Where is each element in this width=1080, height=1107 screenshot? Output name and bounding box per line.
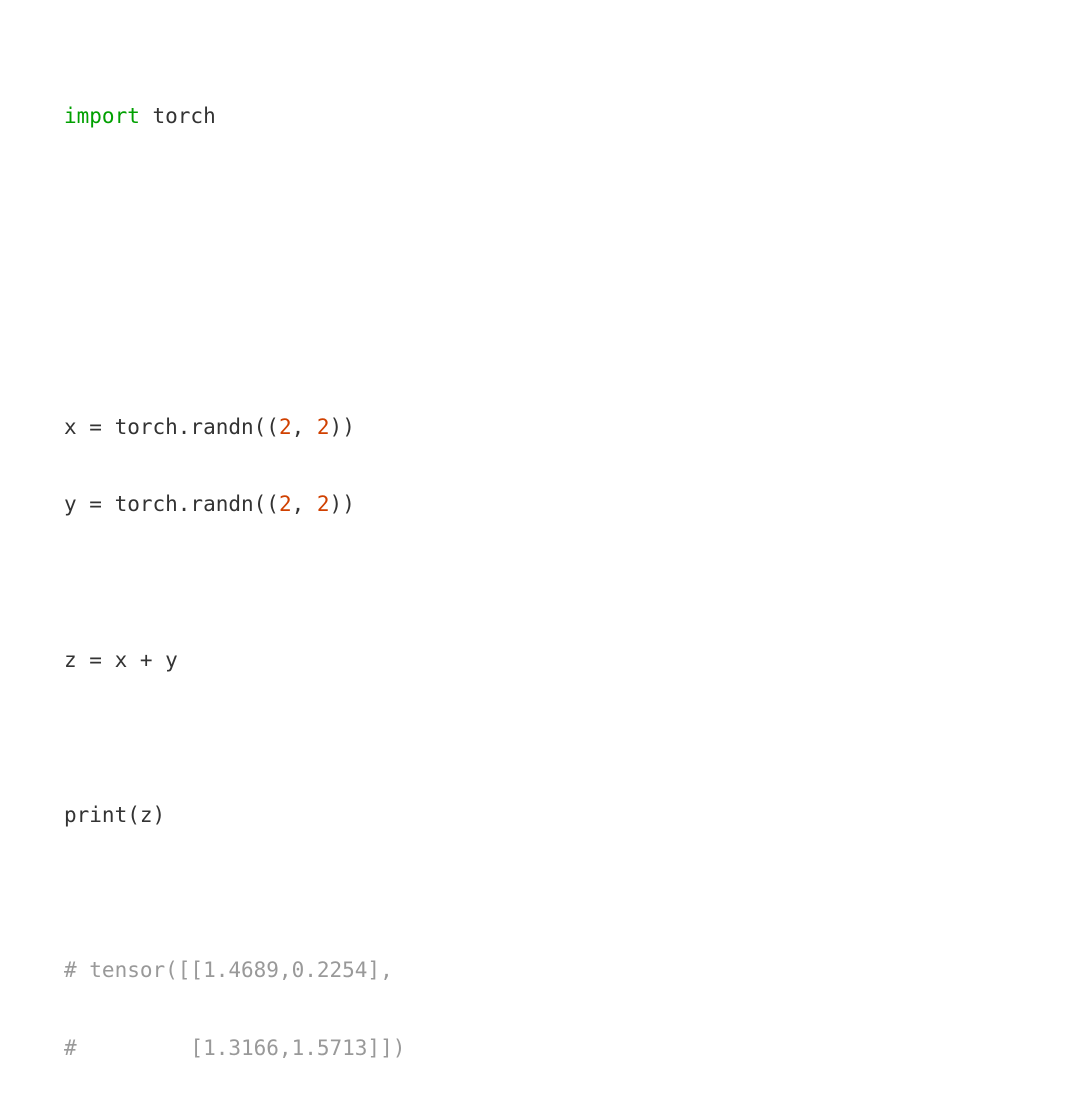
- keyword-import: import: [64, 104, 140, 128]
- code-line-blank: [64, 330, 1016, 369]
- code-line-10: print(z): [64, 796, 1016, 835]
- number-literal: 2: [317, 415, 330, 439]
- code-block: import torch x = torch.randn((2, 2)) y =…: [64, 58, 1016, 1107]
- code-line-1: import torch: [64, 97, 1016, 136]
- number-literal: 2: [317, 492, 330, 516]
- code-line-blank: [64, 175, 1016, 214]
- code-line-13: # [1.3166,1.5713]]): [64, 1029, 1016, 1068]
- code-line-8: z = x + y: [64, 641, 1016, 680]
- comment-text: # [1.3166,1.5713]]): [64, 1036, 405, 1060]
- code-line-blank: [64, 563, 1016, 602]
- module-name: torch: [140, 104, 216, 128]
- comment-text: # tensor([[1.4689,0.2254],: [64, 958, 393, 982]
- code-line-5: x = torch.randn((2, 2)): [64, 408, 1016, 447]
- number-literal: 2: [279, 415, 292, 439]
- code-line-blank: [64, 874, 1016, 913]
- code-line-12: # tensor([[1.4689,0.2254],: [64, 951, 1016, 990]
- code-line-6: y = torch.randn((2, 2)): [64, 485, 1016, 524]
- code-line-blank: [64, 718, 1016, 757]
- code-line-blank: [64, 252, 1016, 291]
- number-literal: 2: [279, 492, 292, 516]
